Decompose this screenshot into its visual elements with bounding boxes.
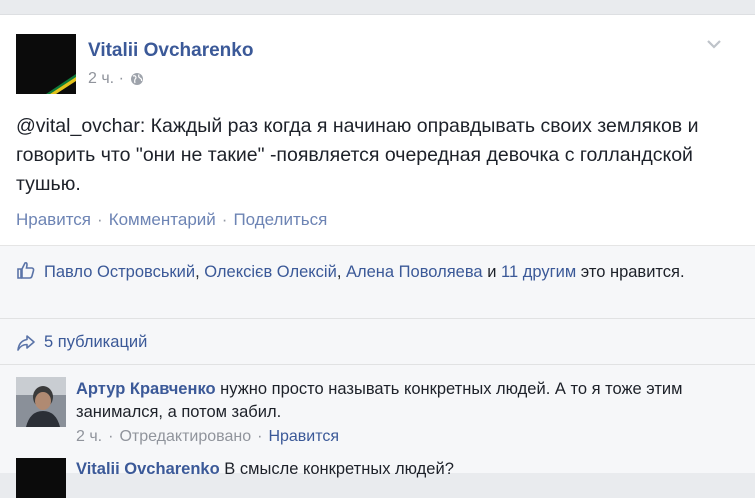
likes-summary: Павло Островський, Олексієв Олексій, Але… <box>16 260 716 284</box>
shares-link[interactable]: 5 публикаций <box>16 333 147 352</box>
commenter-avatar[interactable] <box>16 377 66 427</box>
post-actions: Нравится · Комментарий · Поделиться <box>16 210 327 230</box>
avatar-image <box>16 34 76 94</box>
avatar-image <box>16 377 66 427</box>
action-separator: · <box>221 210 228 229</box>
liker-link[interactable]: Павло Островський <box>44 263 195 281</box>
meta-separator: · <box>108 428 114 445</box>
comment-time[interactable]: 2 ч. <box>76 428 102 446</box>
comment-body: Артур Кравченко нужно просто называть ко… <box>76 378 736 424</box>
post-text: @vital_ovchar: Каждый раз когда я начина… <box>16 115 699 195</box>
likes-suffix: это нравится. <box>580 263 685 281</box>
meta-separator: · <box>257 428 263 445</box>
liker-link[interactable]: Алена Поволяева <box>346 263 483 281</box>
action-separator: · <box>97 210 103 229</box>
like-button[interactable]: Нравится <box>16 210 91 230</box>
comment-button[interactable]: Комментарий <box>109 210 216 230</box>
reply-author-avatar[interactable] <box>16 458 66 498</box>
comment-text: В смысле конкретных людей? <box>224 460 454 478</box>
comment-like-button[interactable]: Нравится <box>268 428 339 446</box>
share-arrow-icon <box>17 334 35 351</box>
likes-text: Павло Островський, Олексієв Олексій, Але… <box>16 260 716 284</box>
share-button[interactable]: Поделиться <box>233 210 327 230</box>
thumbs-up-icon <box>17 261 35 279</box>
shares-count: 5 публикаций <box>44 333 148 351</box>
post-time[interactable]: 2 ч. · <box>88 70 124 88</box>
author-avatar[interactable] <box>16 34 76 94</box>
and-word: и <box>487 263 497 281</box>
post-author[interactable]: Vitalii Ovcharenko <box>88 40 253 62</box>
comment-author[interactable]: Vitalii Ovcharenko <box>76 460 220 478</box>
comment-author[interactable]: Артур Кравченко <box>76 380 216 398</box>
comma: , <box>195 263 200 281</box>
comma: , <box>336 263 342 281</box>
comment-body: Vitalii Ovcharenko В смысле конкретных л… <box>76 460 454 479</box>
divider <box>0 364 755 365</box>
edited-label[interactable]: Отредактировано <box>119 428 251 446</box>
post-meta: 2 ч. · <box>88 70 144 88</box>
liker-link[interactable]: Олексієв Олексій <box>204 263 337 281</box>
divider <box>0 318 755 319</box>
globe-icon[interactable] <box>130 72 144 86</box>
others-link[interactable]: 11 другим <box>501 263 576 281</box>
chevron-down-icon[interactable] <box>706 38 722 50</box>
comment-meta: 2 ч. · Отредактировано · Нравится <box>76 428 339 446</box>
